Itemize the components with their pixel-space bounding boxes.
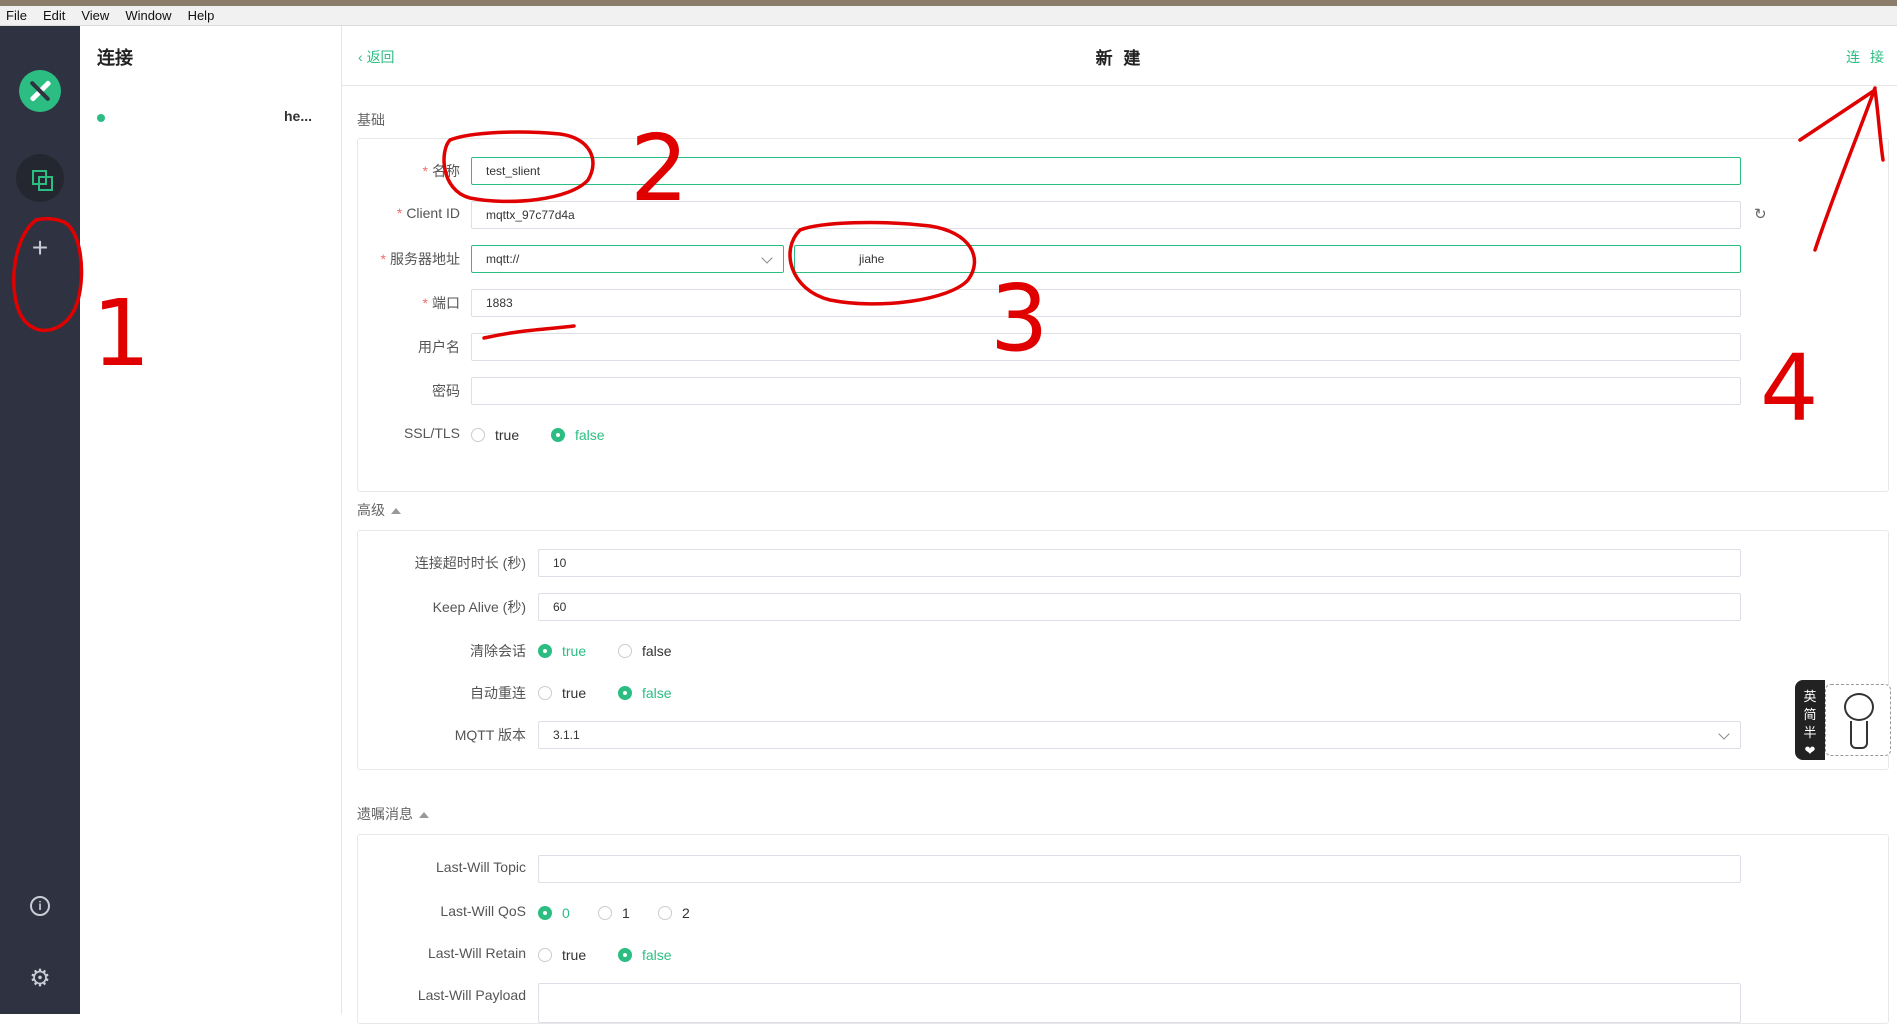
host-input[interactable]: jiahe: [794, 245, 1741, 273]
refresh-icon[interactable]: ↻: [1754, 205, 1767, 223]
menu-edit[interactable]: Edit: [43, 8, 65, 23]
qos-2-radio[interactable]: 2: [658, 905, 690, 921]
username-label: 用户名: [418, 339, 460, 355]
qos-1-radio[interactable]: 1: [598, 905, 630, 921]
password-input[interactable]: [471, 377, 1741, 405]
name-input[interactable]: test_slient: [471, 157, 1741, 185]
name-label: * 名称: [422, 163, 460, 179]
page-header: ‹ 返回 新 建 连 接: [342, 26, 1897, 86]
port-input[interactable]: 1883: [471, 289, 1741, 317]
timeout-input[interactable]: 10: [538, 549, 1741, 577]
cartoon-face-icon: [1825, 684, 1891, 756]
menu-view[interactable]: View: [81, 8, 109, 23]
ssl-label: SSL/TLS: [403, 425, 460, 441]
username-input[interactable]: [471, 333, 1741, 361]
page-title: 新 建: [1095, 49, 1144, 68]
reconnect-false-radio[interactable]: false: [618, 685, 672, 701]
connection-name: he...: [284, 108, 313, 124]
client-id-input[interactable]: mqttx_97c77d4a: [471, 201, 1741, 229]
caret-up-icon: [391, 508, 401, 514]
ime-tag: 英简半 ❤: [1795, 680, 1825, 760]
gear-icon[interactable]: ⚙: [28, 967, 52, 991]
chevron-down-icon: [761, 252, 773, 264]
mqttx-logo-icon: [19, 70, 61, 112]
will-topic-label: Last-Will Topic: [436, 859, 526, 875]
port-label: * 端口: [422, 295, 460, 311]
section-will-label[interactable]: 遗嘱消息: [357, 804, 429, 824]
will-payload-label: Last-Will Payload: [417, 987, 526, 1003]
keepalive-label: Keep Alive (秒): [432, 599, 526, 615]
basic-card: * 名称 test_slient * Client ID mqttx_97c77d4…: [357, 138, 1889, 492]
ssl-true-radio[interactable]: true: [471, 427, 519, 443]
mqtt-version-select[interactable]: 3.1.1: [538, 721, 1741, 749]
ssl-false-radio[interactable]: false: [551, 427, 605, 443]
retain-false-radio[interactable]: false: [618, 947, 672, 963]
will-topic-input[interactable]: [538, 855, 1741, 883]
protocol-select[interactable]: mqtt://: [471, 245, 784, 273]
connection-list-pane: 连接 he...: [80, 26, 342, 1014]
main-panel: ‹ 返回 新 建 连 接 基础 * 名称 test_slient * Client …: [342, 26, 1897, 1024]
client-id-label: * Client ID: [396, 205, 460, 221]
keepalive-input[interactable]: 60: [538, 593, 1741, 621]
password-label: 密码: [432, 383, 460, 399]
connections-icon[interactable]: [16, 154, 64, 202]
will-card: Last-Will Topic Last-Will QoS 0 1 2 Last…: [357, 834, 1889, 1024]
menu-window[interactable]: Window: [125, 8, 171, 23]
will-payload-input[interactable]: [538, 983, 1741, 1023]
will-retain-label: Last-Will Retain: [427, 945, 526, 961]
clean-false-radio[interactable]: false: [618, 643, 672, 659]
mqtt-version-label: MQTT 版本: [454, 727, 526, 743]
connect-button[interactable]: 连 接: [1846, 47, 1887, 67]
reconnect-true-radio[interactable]: true: [538, 685, 586, 701]
advanced-card: 连接超时时长 (秒) 10 Keep Alive (秒) 60 清除会话 tru…: [357, 530, 1889, 770]
menu-help[interactable]: Help: [188, 8, 215, 23]
server-label: * 服务器地址: [380, 251, 460, 267]
list-title: 连接: [97, 48, 133, 68]
info-icon[interactable]: i: [30, 896, 50, 916]
list-item[interactable]: he...: [97, 108, 327, 128]
chevron-down-icon: [1718, 728, 1730, 740]
status-dot: [97, 114, 105, 122]
left-rail: + i ⚙: [0, 26, 80, 1014]
retain-true-radio[interactable]: true: [538, 947, 586, 963]
timeout-label: 连接超时时长 (秒): [414, 555, 526, 571]
ime-sticker[interactable]: 英简半 ❤: [1795, 680, 1895, 760]
qos-0-radio[interactable]: 0: [538, 905, 570, 921]
menu-file[interactable]: File: [6, 8, 27, 23]
section-advanced-label[interactable]: 高级: [357, 500, 401, 520]
clean-true-radio[interactable]: true: [538, 643, 586, 659]
plus-icon[interactable]: +: [26, 234, 54, 262]
caret-up-icon: [419, 812, 429, 818]
will-qos-label: Last-Will QoS: [440, 903, 526, 919]
menubar: File Edit View Window Help: [0, 6, 1897, 26]
section-basic-label: 基础: [357, 112, 385, 128]
reconnect-label: 自动重连: [470, 685, 526, 701]
clean-session-label: 清除会话: [470, 643, 526, 659]
